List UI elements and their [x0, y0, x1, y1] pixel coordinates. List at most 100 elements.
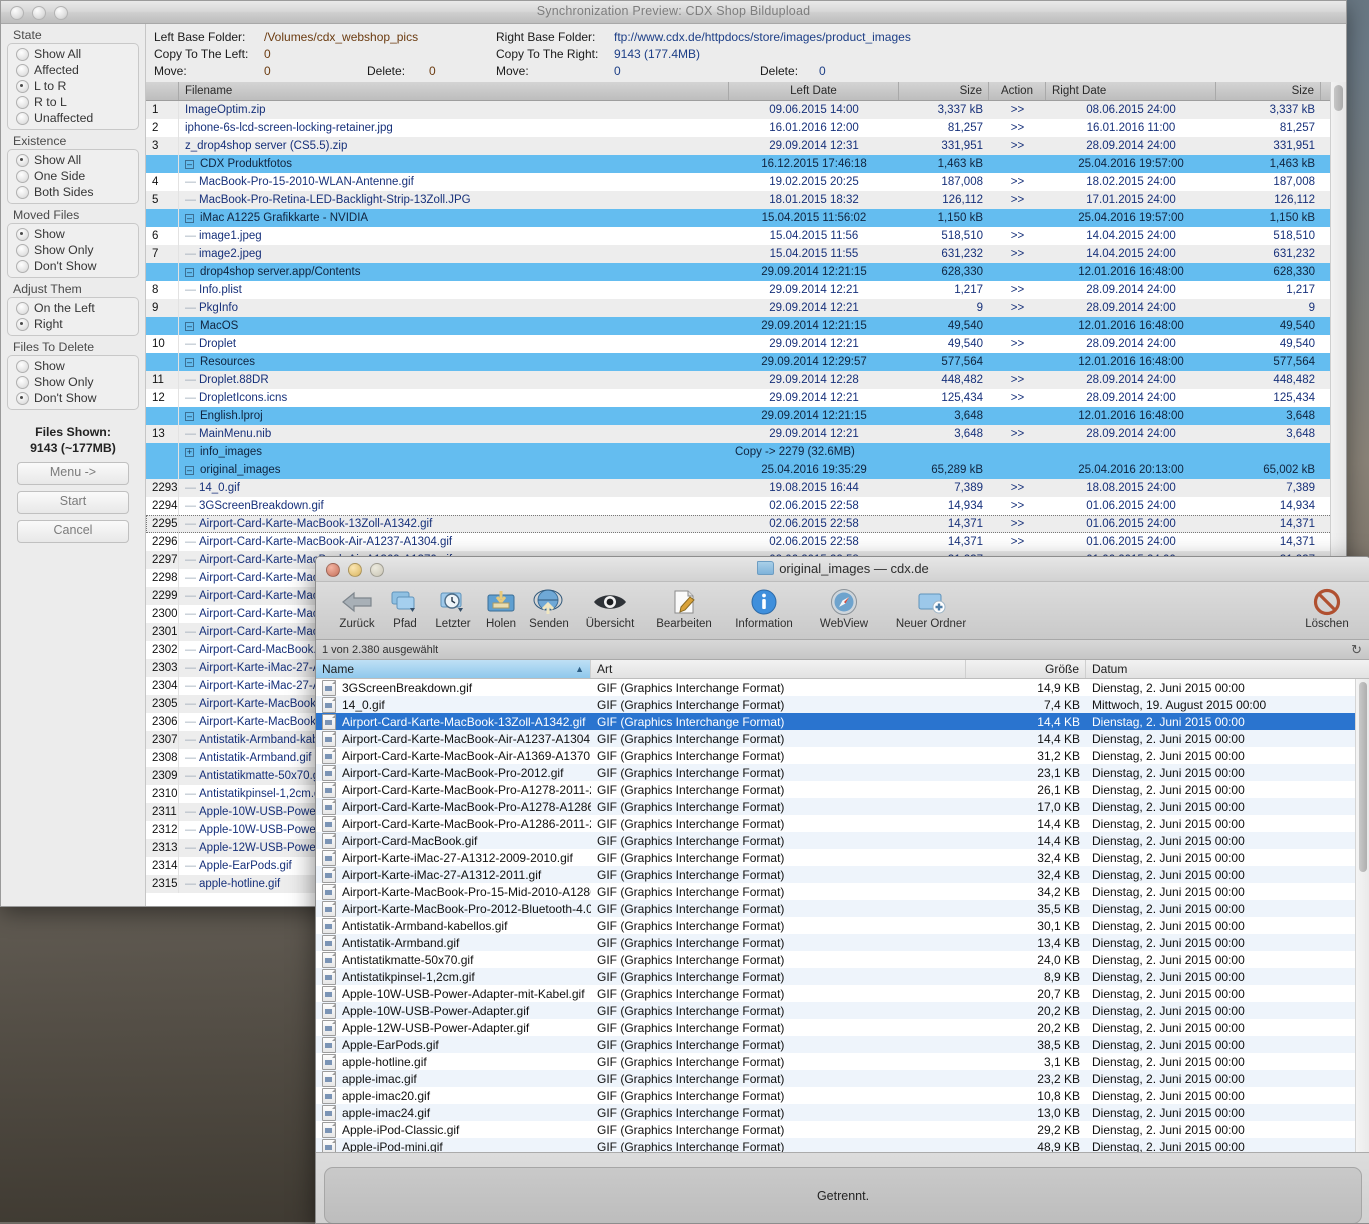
radio-state-affected[interactable]: Affected: [8, 62, 138, 78]
radio-adjust-on-the-left[interactable]: On the Left: [8, 300, 138, 316]
table-row[interactable]: 2296— Airport-Card-Karte-MacBook-Air-A123…: [146, 533, 1346, 551]
table-row[interactable]: 2 iphone-6s-lcd-screen-locking-retainer.j…: [146, 119, 1346, 137]
table-row[interactable]: – CDX Produktfotos 16.12.2015 17:46:18 1,46…: [146, 155, 1346, 173]
table-row[interactable]: + info_images Copy -> 2279 (32.6MB): [146, 443, 1346, 461]
list-item[interactable]: Airport-Card-Karte-MacBook-Pro-A1286-201…: [316, 815, 1356, 832]
table-row[interactable]: 8— Info.plist 29.09.2014 12:21 1,217 >> 28.09…: [146, 281, 1346, 299]
list-item[interactable]: Apple-iPod-Classic.gif GIF (Graphics Inte…: [316, 1121, 1356, 1138]
collapse-icon[interactable]: –: [185, 159, 194, 169]
table-row[interactable]: – MacOS 29.09.2014 12:21:15 49,540 12.01.201…: [146, 317, 1346, 335]
radio-state-show-all[interactable]: Show All: [8, 46, 138, 62]
list-item[interactable]: Airport-Karte-MacBook-Pro-2012-Bluetooth…: [316, 900, 1356, 917]
table-row[interactable]: – original_images 25.04.2016 19:35:29 65,28…: [146, 461, 1346, 479]
list-item[interactable]: apple-imac.gif GIF (Graphics Interchange …: [316, 1070, 1356, 1087]
radio-existence-show-all[interactable]: Show All: [8, 152, 138, 168]
radio-state-r-to-l[interactable]: R to L: [8, 94, 138, 110]
column-header-filename[interactable]: Filename: [179, 82, 729, 100]
table-row[interactable]: – iMac A1225 Grafikkarte - NVIDIA 15.04.20…: [146, 209, 1346, 227]
radio-state-unaffected[interactable]: Unaffected: [8, 110, 138, 126]
collapse-icon[interactable]: –: [185, 411, 194, 421]
table-row[interactable]: 2295— Airport-Card-Karte-MacBook-13Zoll-A…: [146, 515, 1346, 533]
finder-column-header-size[interactable]: Größe: [966, 660, 1086, 678]
list-item[interactable]: Apple-iPod-mini.gif GIF (Graphics Interch…: [316, 1138, 1356, 1152]
radio-state-l-to-r[interactable]: L to R: [8, 78, 138, 94]
refresh-icon[interactable]: ↻: [1351, 642, 1362, 658]
table-row[interactable]: 2293—14_0.gif 19.08.2015 16:44 7,389 >> 18.0…: [146, 479, 1346, 497]
radio-existence-both-sides[interactable]: Both Sides: [8, 184, 138, 200]
table-row[interactable]: 13— MainMenu.nib 29.09.2014 12:21 3,648 >> 28…: [146, 425, 1346, 443]
list-item[interactable]: Apple-10W-USB-Power-Adapter.gif GIF (Grap…: [316, 1002, 1356, 1019]
toolbar-info-button[interactable]: Information: [720, 585, 808, 630]
table-row[interactable]: 12— DropletIcons.icns 29.09.2014 12:21 125,…: [146, 389, 1346, 407]
table-row[interactable]: 6— image1.jpeg 15.04.2015 11:56 518,510 >> 14…: [146, 227, 1346, 245]
toolbar-new-folder-button[interactable]: Neuer Ordner: [878, 585, 984, 630]
column-header-right-size[interactable]: Size: [1216, 82, 1321, 100]
list-item[interactable]: 3GScreenBreakdown.gif GIF (Graphics Inter…: [316, 679, 1356, 696]
table-row[interactable]: – Resources 29.09.2014 12:29:57 577,564 12.0…: [146, 353, 1346, 371]
finder-scrollbar-thumb[interactable]: [1359, 682, 1367, 872]
toolbar-edit-button[interactable]: Bearbeiten: [642, 585, 726, 630]
radio-delete-show[interactable]: Show: [8, 358, 138, 374]
list-item[interactable]: Airport-Card-MacBook.gif GIF (Graphics In…: [316, 832, 1356, 849]
table-row[interactable]: 2294—3GScreenBreakdown.gif 02.06.2015 22:…: [146, 497, 1346, 515]
list-item[interactable]: Airport-Karte-MacBook-Pro-15-Mid-2010-A1…: [316, 883, 1356, 900]
radio-moved-show-only[interactable]: Show Only: [8, 242, 138, 258]
column-header-right-date[interactable]: Right Date: [1046, 82, 1216, 100]
column-header-left-date[interactable]: Left Date: [729, 82, 899, 100]
table-row[interactable]: – drop4shop server.app/Contents 29.09.2014…: [146, 263, 1346, 281]
expand-icon[interactable]: +: [185, 447, 194, 457]
list-item[interactable]: Airport-Card-Karte-MacBook-13Zoll-A1342.…: [316, 713, 1356, 730]
toolbar-delete-button[interactable]: Löschen: [1294, 585, 1360, 630]
list-item[interactable]: Airport-Card-Karte-MacBook-Pro-2012.gif G…: [316, 764, 1356, 781]
list-item[interactable]: Apple-12W-USB-Power-Adapter.gif GIF (Grap…: [316, 1019, 1356, 1036]
radio-delete-dont-show[interactable]: Don't Show: [8, 390, 138, 406]
list-item[interactable]: apple-imac24.gif GIF (Graphics Interchang…: [316, 1104, 1356, 1121]
table-row[interactable]: 4— MacBook-Pro-15-2010-WLAN-Antenne.gif 19…: [146, 173, 1346, 191]
collapse-icon[interactable]: –: [185, 267, 194, 277]
toolbar-preview-button[interactable]: Übersicht: [572, 585, 648, 630]
list-item[interactable]: Airport-Karte-iMac-27-A1312-2009-2010.gi…: [316, 849, 1356, 866]
finder-column-header-date[interactable]: Datum: [1086, 660, 1369, 678]
radio-delete-show-only[interactable]: Show Only: [8, 374, 138, 390]
radio-existence-one-side[interactable]: One Side: [8, 168, 138, 184]
list-item[interactable]: Antistatikpinsel-1,2cm.gif GIF (Graphics …: [316, 968, 1356, 985]
list-item[interactable]: 14_0.gif GIF (Graphics Interchange Format…: [316, 696, 1356, 713]
list-item[interactable]: Airport-Card-Karte-MacBook-Pro-A1278-201…: [316, 781, 1356, 798]
list-item[interactable]: Airport-Card-Karte-MacBook-Pro-A1278-A12…: [316, 798, 1356, 815]
table-row[interactable]: 5— MacBook-Pro-Retina-LED-Backlight-Strip…: [146, 191, 1346, 209]
column-header-action[interactable]: Action: [989, 82, 1046, 100]
table-row[interactable]: 3 z_drop4shop server (CS5.5).zip 29.09.201…: [146, 137, 1346, 155]
scrollbar-thumb[interactable]: [1334, 85, 1343, 111]
table-row[interactable]: 10— Droplet 29.09.2014 12:21 49,540 >> 28.09.…: [146, 335, 1346, 353]
list-item[interactable]: Antistatik-Armband-kabellos.gif GIF (Grap…: [316, 917, 1356, 934]
finder-column-header-art[interactable]: Art: [591, 660, 966, 678]
list-item[interactable]: Airport-Card-Karte-MacBook-Air-A1237-A13…: [316, 730, 1356, 747]
toolbar-webview-button[interactable]: WebView: [806, 585, 882, 630]
finder-column-header-name[interactable]: Name ▲: [316, 660, 591, 678]
collapse-icon[interactable]: –: [185, 465, 194, 475]
start-button[interactable]: Start: [17, 491, 129, 514]
collapse-icon[interactable]: –: [185, 321, 194, 331]
finder-vertical-scrollbar[interactable]: [1355, 679, 1369, 1152]
table-row[interactable]: 1 ImageOptim.zip 09.06.2015 14:00 3,337 kB >…: [146, 101, 1346, 119]
column-header-left-size[interactable]: Size: [899, 82, 989, 100]
list-item[interactable]: Airport-Karte-iMac-27-A1312-2011.gif GIF …: [316, 866, 1356, 883]
table-row[interactable]: 7— image2.jpeg 15.04.2015 11:55 631,232 >> 14…: [146, 245, 1346, 263]
menu-button[interactable]: Menu ->: [17, 462, 129, 485]
list-item[interactable]: Apple-10W-USB-Power-Adapter-mit-Kabel.gi…: [316, 985, 1356, 1002]
list-item[interactable]: Antistatikmatte-50x70.gif GIF (Graphics I…: [316, 951, 1356, 968]
column-header-index[interactable]: [146, 82, 179, 100]
radio-adjust-right[interactable]: Right: [8, 316, 138, 332]
list-item[interactable]: Antistatik-Armband.gif GIF (Graphics Inte…: [316, 934, 1356, 951]
table-row[interactable]: 11— Droplet.88DR 29.09.2014 12:28 448,482 >>…: [146, 371, 1346, 389]
radio-moved-dont-show[interactable]: Don't Show: [8, 258, 138, 274]
cancel-button[interactable]: Cancel: [17, 520, 129, 543]
list-item[interactable]: apple-hotline.gif GIF (Graphics Interchan…: [316, 1053, 1356, 1070]
collapse-icon[interactable]: –: [185, 213, 194, 223]
table-row[interactable]: – English.lproj 29.09.2014 12:21:15 3,648 12…: [146, 407, 1346, 425]
radio-moved-show[interactable]: Show: [8, 226, 138, 242]
list-item[interactable]: Airport-Card-Karte-MacBook-Air-A1369-A13…: [316, 747, 1356, 764]
list-item[interactable]: apple-imac20.gif GIF (Graphics Interchang…: [316, 1087, 1356, 1104]
table-row[interactable]: 9— PkgInfo 29.09.2014 12:21 9 >> 28.09.2014 2…: [146, 299, 1346, 317]
collapse-icon[interactable]: –: [185, 357, 194, 367]
